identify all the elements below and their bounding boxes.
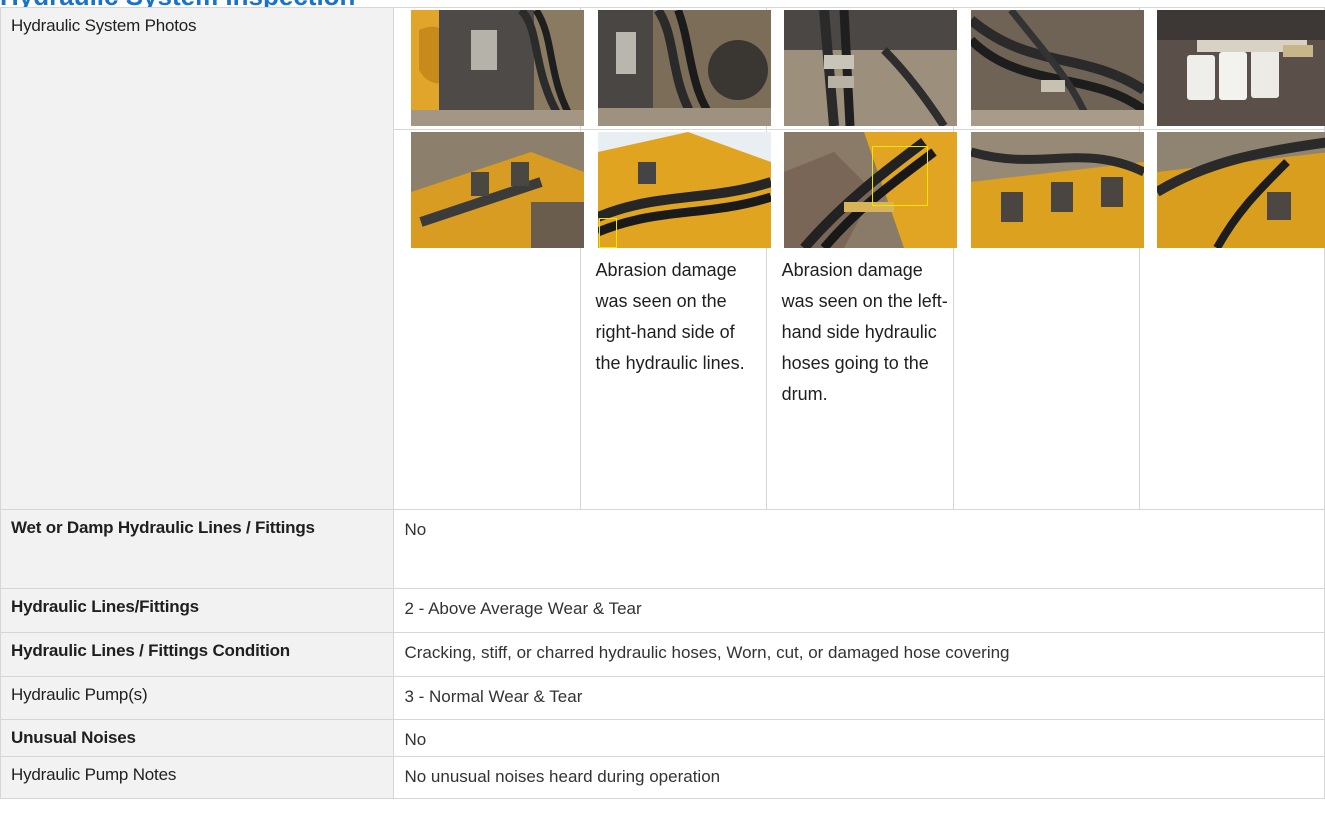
field-value: No: [393, 719, 1325, 757]
photo-cell: Abrasion damage was seen on the left-han…: [765, 129, 957, 510]
highlight-box: [598, 218, 617, 248]
field-row: Hydraulic Pump(s) 3 - Normal Wear & Tear: [0, 676, 1325, 720]
field-row: Unusual Noises No: [0, 719, 1325, 757]
photo-caption: Abrasion damage was seen on the left-han…: [781, 260, 948, 404]
photo-hydraulic-filters[interactable]: [1156, 10, 1325, 126]
field-label: Hydraulic Lines/Fittings: [0, 588, 395, 633]
photo-cell: [393, 129, 585, 510]
photo-caption: [1140, 248, 1324, 255]
field-label: Hydraulic Pump(s): [0, 676, 395, 720]
inspection-table: Hydraulic System Photos Abrasion damage …: [0, 7, 1325, 799]
photo-right-side-hoses[interactable]: [597, 132, 771, 248]
field-row: Hydraulic Lines / Fittings Condition Cra…: [0, 632, 1325, 677]
field-row: Hydraulic Lines/Fittings 2 - Above Avera…: [0, 588, 1325, 633]
photo-cell: [952, 7, 1144, 130]
field-label: Wet or Damp Hydraulic Lines / Fittings: [0, 509, 395, 589]
photo-caption: [954, 248, 1139, 255]
photo-scraper-frame[interactable]: [411, 132, 585, 248]
field-row: Hydraulic Pump Notes No unusual noises h…: [0, 756, 1325, 799]
photos-row-1: Hydraulic System Photos: [0, 7, 1325, 510]
photo-drum-hoses[interactable]: [1156, 132, 1325, 248]
field-label: Hydraulic Lines / Fittings Condition: [0, 632, 395, 677]
photos-label: Hydraulic System Photos: [0, 7, 395, 510]
photo-hydraulic-bracket[interactable]: [411, 10, 585, 126]
photo-cell: Abrasion damage was seen on the right-ha…: [579, 129, 771, 510]
field-row: Wet or Damp Hydraulic Lines / Fittings N…: [0, 509, 1325, 589]
photo-cell: [1138, 129, 1325, 510]
field-label: Unusual Noises: [0, 719, 395, 757]
photo-hydraulic-bracket-hoses[interactable]: [597, 10, 771, 126]
field-value: No: [393, 509, 1325, 589]
field-value: No unusual noises heard during operation: [393, 756, 1325, 799]
photo-drum-pads[interactable]: [970, 132, 1144, 248]
field-value: Cracking, stiff, or charred hydraulic ho…: [393, 632, 1325, 677]
photo-cell: [393, 7, 585, 130]
photo-cell: [952, 129, 1144, 510]
photo-hydraulic-lines-underside[interactable]: [970, 10, 1144, 126]
field-value: 2 - Above Average Wear & Tear: [393, 588, 1325, 633]
photo-cell: [765, 7, 957, 130]
photo-cell: [1138, 7, 1325, 130]
field-label: Hydraulic Pump Notes: [0, 756, 395, 799]
highlight-box: [871, 146, 928, 206]
photo-left-side-hoses[interactable]: [783, 132, 957, 248]
photo-caption: Abrasion damage was seen on the right-ha…: [595, 260, 745, 373]
field-value: 3 - Normal Wear & Tear: [393, 676, 1325, 720]
photo-cell: [579, 7, 771, 130]
photo-caption: [394, 248, 579, 255]
photo-hydraulic-fittings[interactable]: [783, 10, 957, 126]
